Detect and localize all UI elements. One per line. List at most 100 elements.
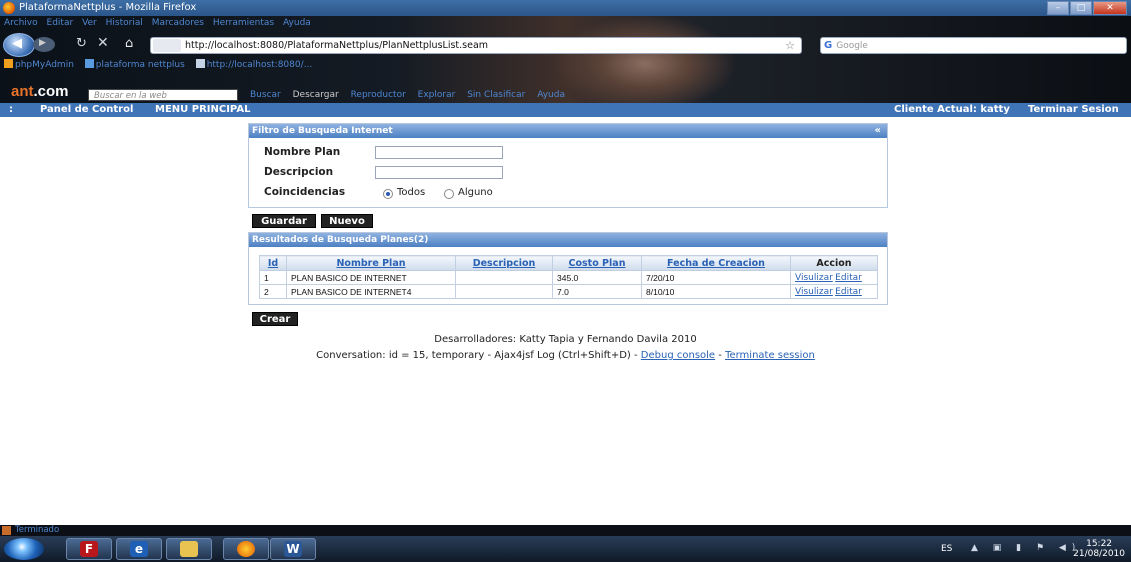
col-descripcion[interactable]: Descripcion: [455, 255, 553, 271]
bookmark-plataforma[interactable]: plataforma nettplus: [84, 59, 185, 70]
ask-logo[interactable]: ant.com: [11, 84, 69, 100]
nombre-plan-input[interactable]: [375, 146, 503, 159]
menu-editar[interactable]: Editar: [47, 18, 74, 28]
filter-panel-header: Filtro de Busqueda Internet «: [249, 124, 887, 138]
ask-reproductor[interactable]: Reproductor: [351, 90, 406, 100]
status-icon: [2, 526, 11, 535]
ask-buscar[interactable]: Buscar: [250, 90, 281, 100]
coincidencias-label: Coincidencias: [264, 186, 346, 198]
url-bar[interactable]: http://localhost:8080/PlataformaNettplus…: [150, 37, 802, 54]
radio-alguno-label: Alguno: [458, 187, 493, 198]
language-indicator[interactable]: ES: [941, 544, 952, 554]
taskbar-folder[interactable]: [166, 538, 212, 560]
table-row: 1 PLAN BASICO DE INTERNET 345.0 7/20/10 …: [259, 270, 878, 285]
home-icon[interactable]: ⌂: [125, 36, 133, 51]
close-button[interactable]: ✕: [1093, 1, 1127, 15]
menu-historial[interactable]: Historial: [106, 18, 143, 28]
results-header-row: Id Nombre Plan Descripcion Costo Plan Fe…: [259, 255, 878, 271]
panel-de-control-link[interactable]: Panel de Control: [40, 103, 133, 117]
ask-sin-clasificar[interactable]: Sin Clasificar: [467, 90, 525, 100]
debug-console-link[interactable]: Debug console: [641, 350, 715, 361]
visualizar-link[interactable]: Visulizar: [795, 287, 833, 297]
radio-todos[interactable]: [383, 189, 393, 199]
conversation-text: Conversation: id = 15, temporary - Ajax4…: [316, 350, 638, 361]
bookmark-localhost[interactable]: http://localhost:8080/...: [195, 59, 312, 70]
editar-link[interactable]: Editar: [835, 287, 862, 297]
cell-date: 7/20/10: [641, 270, 791, 285]
ask-ayuda[interactable]: Ayuda: [537, 90, 565, 100]
collapse-icon[interactable]: «: [875, 124, 881, 138]
firefox-icon: [237, 541, 255, 557]
back-button[interactable]: ◀: [3, 33, 35, 57]
descripcion-input[interactable]: [375, 166, 503, 179]
taskbar-word[interactable]: W: [270, 538, 316, 560]
menu-marcadores[interactable]: Marcadores: [152, 18, 204, 28]
footer-separator: -: [718, 350, 722, 361]
search-bar[interactable]: G Google: [820, 37, 1127, 54]
clock-time: 15:22: [1086, 539, 1113, 549]
filezilla-icon: F: [80, 541, 98, 557]
cell-id: 2: [259, 284, 287, 299]
taskbar-explorer[interactable]: e: [116, 538, 162, 560]
col-id[interactable]: Id: [259, 255, 287, 271]
nuevo-button[interactable]: Nuevo: [321, 214, 373, 228]
menu-principal-link[interactable]: MENU PRINCIPAL: [155, 103, 250, 117]
menu-ver[interactable]: Ver: [82, 18, 97, 28]
url-text: http://localhost:8080/PlataformaNettplus…: [185, 40, 489, 51]
bookmark-phpmyadmin[interactable]: phpMyAdmin: [4, 59, 74, 70]
conversation-info: Conversation: id = 15, temporary - Ajax4…: [0, 350, 1131, 361]
site-identity-icon: [153, 39, 181, 52]
guardar-button[interactable]: Guardar: [252, 214, 316, 228]
visualizar-link[interactable]: Visulizar: [795, 273, 833, 283]
current-client-label: Cliente Actual: katty: [894, 104, 1010, 115]
menu-bar: Archivo Editar Ver Historial Marcadores …: [0, 16, 313, 30]
window-title: PlataformaNettplus - Mozilla Firefox: [19, 2, 197, 13]
cell-name: PLAN BASICO DE INTERNET: [286, 270, 456, 285]
phpmyadmin-icon: [4, 59, 13, 68]
reload-icon[interactable]: ↻: [76, 36, 87, 51]
clock[interactable]: 15:22 21/08/2010: [1073, 539, 1125, 559]
ask-descargar[interactable]: Descargar: [293, 90, 339, 100]
forward-button[interactable]: ▶: [33, 37, 55, 52]
forward-arrow-icon: ▶: [39, 38, 46, 48]
bookmarks-toolbar: phpMyAdmin plataforma nettplus http://lo…: [0, 57, 316, 73]
maximize-button[interactable]: □: [1070, 1, 1092, 15]
cell-date: 8/10/10: [641, 284, 791, 299]
menu-herramientas[interactable]: Herramientas: [213, 18, 274, 28]
editar-link[interactable]: Editar: [835, 273, 862, 283]
cell-cost: 7.0: [552, 284, 642, 299]
menu-archivo[interactable]: Archivo: [4, 18, 38, 28]
radio-todos-label: Todos: [397, 187, 426, 198]
folder-icon: [180, 541, 198, 557]
col-accion: Accion: [790, 255, 878, 271]
bookmark-star-icon[interactable]: ☆: [785, 38, 795, 53]
status-text: Terminado: [15, 525, 60, 535]
minimize-button[interactable]: –: [1047, 1, 1069, 15]
filter-panel-title: Filtro de Busqueda Internet: [252, 126, 393, 136]
tray-icons[interactable]: ▲ ▣ ▮ ⚑ ◀): [971, 543, 1081, 553]
system-tray: ES ▲ ▣ ▮ ⚑ ◀) 15:22 21/08/2010: [921, 536, 1131, 562]
results-table: Id Nombre Plan Descripcion Costo Plan Fe…: [259, 255, 878, 299]
taskbar-filezilla[interactable]: F: [66, 538, 112, 560]
ask-search-input[interactable]: Buscar en la web: [88, 89, 238, 101]
logout-link[interactable]: Terminar Sesion: [1028, 103, 1119, 117]
terminate-session-link[interactable]: Terminate session: [725, 350, 815, 361]
folder-icon: [84, 59, 94, 68]
col-costo-plan[interactable]: Costo Plan: [552, 255, 642, 271]
col-nombre-plan[interactable]: Nombre Plan: [286, 255, 456, 271]
crear-button[interactable]: Crear: [252, 312, 298, 326]
google-icon[interactable]: G: [824, 38, 832, 53]
taskbar: F e W ES ▲ ▣ ▮ ⚑ ◀) 15:22 21/08/2010: [0, 536, 1131, 562]
nombre-plan-label: Nombre Plan: [264, 146, 341, 158]
cell-cost: 345.0: [552, 270, 642, 285]
page-header: : Panel de Control MENU PRINCIPAL Client…: [0, 103, 1131, 117]
developers-credit: Desarrolladores: Katty Tapia y Fernando …: [434, 334, 697, 345]
start-button[interactable]: [4, 538, 44, 560]
radio-alguno[interactable]: [444, 189, 454, 199]
stop-icon[interactable]: ✕: [97, 35, 109, 51]
menu-ayuda[interactable]: Ayuda: [283, 18, 311, 28]
col-fecha-creacion[interactable]: Fecha de Creacion: [641, 255, 791, 271]
ask-explorar[interactable]: Explorar: [418, 90, 456, 100]
taskbar-firefox[interactable]: [223, 538, 269, 560]
clock-date: 21/08/2010: [1073, 549, 1125, 559]
